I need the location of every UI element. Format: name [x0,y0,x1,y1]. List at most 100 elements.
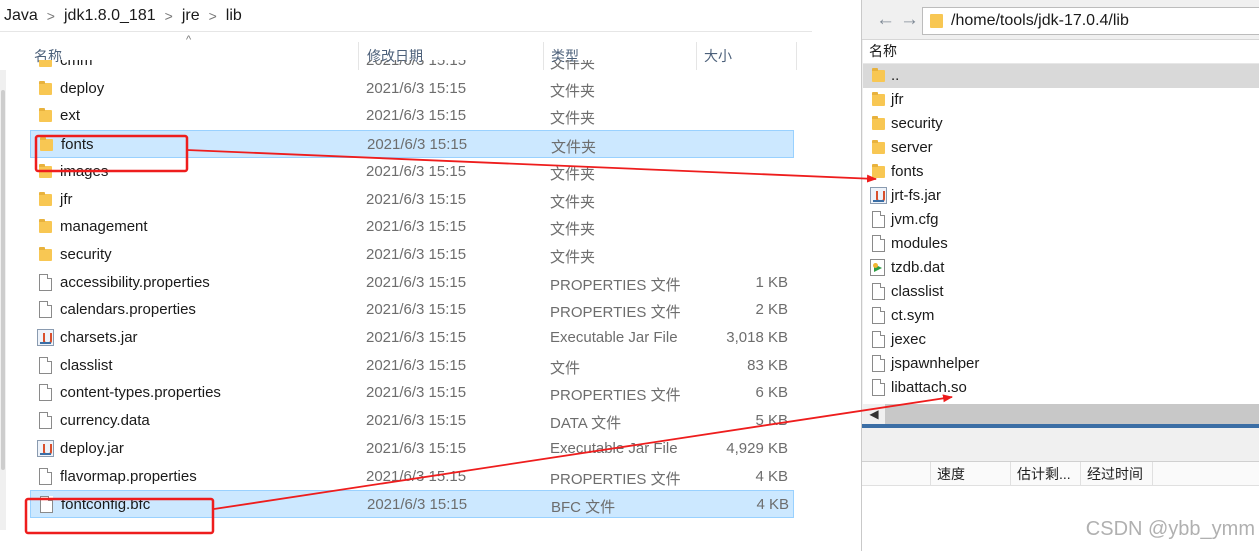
file-name: currency.data [60,412,150,430]
remote-file-name: jspawnhelper [891,355,980,372]
queue-toolbar [862,428,1259,462]
chevron-right-icon[interactable]: > [165,8,173,24]
ftp-client-window: ← → /home/tools/jdk-17.0.4/lib 名称 .. jfr s… [861,0,1259,551]
folder-icon [36,163,54,181]
breadcrumb-item-jdk[interactable]: jdk1.8.0_181 [64,7,156,25]
remote-file-row[interactable]: server [869,136,1259,160]
remote-file-row[interactable]: ct.sym [869,304,1259,328]
remote-path-input[interactable]: /home/tools/jdk-17.0.4/lib [922,7,1259,35]
chevron-right-icon[interactable]: > [47,8,55,24]
remote-file-name: jfr [891,91,904,108]
folder-icon [930,14,943,28]
back-arrow-icon[interactable]: ← [876,10,896,29]
horizontal-scrollbar[interactable]: ◀ [863,404,1259,424]
remote-file-row[interactable]: security [869,112,1259,136]
folder-icon [869,139,887,157]
file-size: 2 KB [755,301,788,319]
file-type: 文件夹 [550,60,596,72]
file-row[interactable]: calendars.properties 2021/6/3 15:15 PROPER… [30,296,794,324]
file-type: 文件夹 [550,165,596,183]
file-size: 3,018 KB [726,329,788,346]
file-modified-date: 2021/6/3 15:15 [366,439,467,457]
file-type: DATA 文件 [550,415,622,433]
remote-file-row[interactable]: classlist [869,280,1259,304]
file-row[interactable]: charsets.jar 2021/6/3 15:15 Executable Jar… [30,324,794,352]
forward-arrow-icon[interactable]: → [900,10,920,29]
remote-file-row[interactable]: fonts [869,160,1259,184]
file-name: images [60,162,109,180]
file-name: ext [60,107,81,125]
file-size: 1 KB [755,273,788,291]
file-name: content-types.properties [60,384,221,402]
document-icon [36,384,54,402]
file-type: Executable Jar File [550,439,678,457]
remote-file-row[interactable]: tzdb.dat [869,256,1259,280]
file-name: security [60,245,112,263]
chevron-right-icon[interactable]: > [209,8,217,24]
queue-column-blank[interactable] [862,462,930,486]
ftp-toolbar: ← → /home/tools/jdk-17.0.4/lib [862,0,1259,40]
file-type: PROPERTIES 文件 [550,470,681,488]
file-type: PROPERTIES 文件 [550,387,681,405]
file-type: 文件夹 [550,193,596,211]
breadcrumb-item-java[interactable]: Java [4,7,38,25]
folder-icon [36,60,54,70]
document-icon [869,355,887,373]
queue-column-speed[interactable]: 速度 [930,462,1010,486]
remote-file-row[interactable]: jexec [869,328,1259,352]
remote-file-name: classlist [891,283,944,300]
queue-column-eta[interactable]: 估计剩... [1010,462,1080,486]
file-row[interactable]: ext 2021/6/3 15:15 文件夹 [30,102,794,130]
file-row[interactable]: fontconfig.bfc 2021/6/3 15:15 BFC 文件 4 KB [30,490,794,519]
column-header-name[interactable]: 名称 [863,40,1259,64]
file-row[interactable]: content-types.properties 2021/6/3 15:15 PR… [30,379,794,407]
file-row[interactable]: deploy 2021/6/3 15:15 文件夹 [30,75,794,103]
file-modified-date: 2021/6/3 15:15 [366,467,467,485]
remote-file-name: ct.sym [891,307,935,324]
file-row[interactable]: deploy.jar 2021/6/3 15:15 Executable Jar F… [30,435,794,463]
remote-file-row[interactable]: jrt-fs.jar [869,184,1259,208]
remote-file-name: tzdb.dat [891,259,945,276]
file-modified-date: 2021/6/3 15:15 [367,136,468,154]
file-modified-date: 2021/6/3 15:15 [366,79,467,97]
queue-column-blank[interactable] [1152,462,1259,486]
file-row[interactable]: accessibility.properties 2021/6/3 15:15 PR… [30,269,794,297]
file-modified-date: 2021/6/3 15:15 [366,218,467,236]
file-row[interactable]: jfr 2021/6/3 15:15 文件夹 [30,186,794,214]
file-row[interactable]: fonts 2021/6/3 15:15 文件夹 [30,130,794,159]
file-name: management [60,218,148,236]
file-row[interactable]: management 2021/6/3 15:15 文件夹 [30,213,794,241]
file-row[interactable]: security 2021/6/3 15:15 文件夹 [30,241,794,269]
file-name: calendars.properties [60,301,196,319]
watermark: CSDN @ybb_ymm [1085,518,1255,540]
file-row[interactable]: classlist 2021/6/3 15:15 文件 83 KB [30,352,794,380]
file-row[interactable]: currency.data 2021/6/3 15:15 DATA 文件 5 KB [30,407,794,435]
remote-file-row[interactable]: modules [869,232,1259,256]
remote-file-name: fonts [891,163,924,180]
file-modified-date: 2021/6/3 15:15 [366,412,467,430]
file-modified-date: 2021/6/3 15:15 [366,356,467,374]
remote-file-row[interactable]: jfr [869,88,1259,112]
remote-file-name: .. [891,67,900,84]
file-explorer-window: Java > jdk1.8.0_181 > jre > lib ^ 名称 修改日… [0,0,860,551]
jar-icon [36,439,54,458]
remote-file-row[interactable]: jspawnhelper [869,352,1259,376]
scroll-left-icon[interactable]: ◀ [863,404,885,424]
file-row[interactable]: images 2021/6/3 15:15 文件夹 [30,158,794,186]
remote-file-row[interactable]: .. [863,64,1259,88]
remote-file-name: jvm.cfg [891,211,939,228]
breadcrumb-item-jre[interactable]: jre [182,7,200,25]
remote-file-row[interactable]: jvm.cfg [869,208,1259,232]
document-icon [36,301,54,319]
remote-file-row[interactable]: libattach.so [869,376,1259,400]
remote-file-name: security [891,115,943,132]
file-row[interactable]: flavormap.properties 2021/6/3 15:15 PROPER… [30,463,794,491]
folder-icon [36,107,54,125]
breadcrumb-item-lib[interactable]: lib [226,7,242,25]
queue-column-elapsed[interactable]: 经过时间 [1080,462,1152,486]
remote-file-list: 名称 .. jfr security server fonts jrt-fs.jar jvm… [863,40,1259,424]
file-row[interactable]: cmm 2021/6/3 15:15 文件夹 [30,60,794,75]
folder-icon [36,80,54,98]
file-modified-date: 2021/6/3 15:15 [366,301,467,319]
file-name: flavormap.properties [60,467,197,485]
